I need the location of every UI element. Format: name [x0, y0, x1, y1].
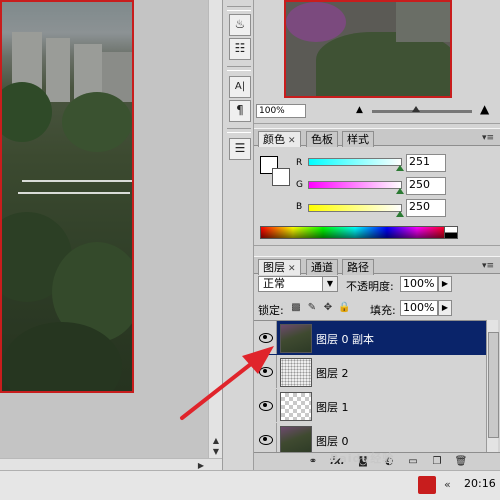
tab-layers[interactable]: 图层 ✕ — [258, 259, 301, 275]
background-color-swatch[interactable] — [272, 168, 290, 186]
group-folder-icon[interactable]: ▭ — [406, 455, 420, 469]
channel-slider-b[interactable] — [308, 204, 402, 212]
tab-label: 色板 — [311, 133, 333, 146]
black-white-swatch[interactable] — [444, 226, 458, 239]
close-icon[interactable]: ✕ — [288, 264, 296, 274]
panel-menu-icon[interactable]: ▾≡ — [482, 261, 494, 271]
tab-channels[interactable]: 通道 — [306, 259, 338, 275]
lock-transparency-icon[interactable]: ▩ — [290, 302, 302, 314]
tab-label: 样式 — [347, 133, 369, 146]
color-panel: 颜色 ✕ 色板 样式 ▾≡ R 251 G 250 B 250 — [254, 128, 500, 246]
panels-column: 100% ▲ ▲ 颜色✕ 色板 样式 ▾≡ R 251 G 250 B 250 — [254, 0, 500, 470]
fill-flyout-icon[interactable]: ▶ — [438, 300, 452, 316]
channel-slider-g[interactable] — [308, 181, 402, 189]
tray-app-icon[interactable] — [418, 476, 436, 494]
large-mountain-icon[interactable]: ▲ — [480, 103, 494, 117]
eye-icon — [259, 435, 273, 445]
navigator-zoom-field[interactable]: 100% — [256, 104, 306, 118]
channel-field-r[interactable]: 251 — [406, 154, 446, 172]
clone-source-tool-icon[interactable]: ♨ — [229, 14, 251, 36]
paragraph-panel-icon[interactable]: ¶ — [229, 100, 251, 122]
watermark: Baidu经验 — [330, 452, 395, 465]
channel-label-b: B — [296, 202, 303, 212]
lock-position-icon[interactable]: ✥ — [322, 302, 334, 314]
lock-pixels-icon[interactable]: ✎ — [306, 302, 318, 314]
opacity-flyout-icon[interactable]: ▶ — [438, 276, 452, 292]
slider-thumb-g[interactable] — [396, 188, 404, 194]
tool-preset-icon[interactable]: ☷ — [229, 38, 251, 60]
scroll-thumb[interactable] — [488, 332, 499, 438]
chevron-down-icon[interactable]: ▼ — [322, 277, 337, 291]
annotation-arrow — [180, 346, 274, 420]
scroll-up-icon[interactable]: ▲ — [211, 436, 221, 446]
tab-label: 图层 — [263, 261, 285, 274]
panel-menu-icon[interactable]: ▾≡ — [482, 133, 494, 143]
blend-mode-value: 正常 — [263, 277, 285, 290]
layers-panel: 图层 ✕ 通道 路径 ▾≡ 正常 ▼ 不透明度: 100% ▶ 锁定: ▩ ✎ ✥… — [254, 256, 500, 470]
document-image[interactable] — [0, 0, 134, 393]
tab-label: 路径 — [347, 261, 369, 274]
blend-mode-select[interactable]: 正常 ▼ — [258, 276, 338, 292]
layer-name[interactable]: 图层 0 副本 — [316, 331, 374, 347]
fill-field[interactable]: 100% — [400, 300, 438, 316]
layer-name[interactable]: 图层 2 — [316, 365, 349, 381]
channel-slider-r[interactable] — [308, 158, 402, 166]
notes-panel-icon[interactable]: ☰ — [229, 138, 251, 160]
small-mountain-icon[interactable]: ▲ — [356, 105, 366, 115]
dock-grip[interactable] — [227, 66, 251, 71]
navigator-slider-thumb[interactable] — [412, 106, 420, 112]
channel-label-r: R — [296, 158, 303, 168]
canvas-horizontal-scrollbar[interactable]: ▶ — [0, 458, 222, 470]
close-icon[interactable]: ✕ — [288, 136, 296, 146]
layer-name[interactable]: 图层 0 — [316, 433, 349, 449]
opacity-field[interactable]: 100% — [400, 276, 438, 292]
navigator-zoom-slider[interactable] — [372, 110, 472, 113]
lock-label: 锁定: — [258, 304, 284, 317]
channel-field-b[interactable]: 250 — [406, 199, 446, 217]
clock: 20:16 — [464, 477, 496, 490]
opacity-label: 不透明度: — [346, 280, 394, 293]
tab-label: 通道 — [311, 261, 333, 274]
slider-thumb-b[interactable] — [396, 211, 404, 217]
tab-paths[interactable]: 路径 — [342, 259, 374, 275]
slider-thumb-r[interactable] — [396, 165, 404, 171]
layer-name[interactable]: 图层 1 — [316, 399, 349, 415]
tray-expand-icon[interactable]: « — [444, 478, 458, 492]
tab-styles[interactable]: 样式 — [342, 131, 374, 147]
channel-label-g: G — [296, 180, 303, 190]
channel-field-g[interactable]: 250 — [406, 177, 446, 195]
new-layer-icon[interactable]: ❐ — [430, 455, 444, 469]
layers-panel-tabs: 图层 ✕ 通道 路径 ▾≡ — [254, 256, 500, 275]
layer-thumbnail[interactable] — [280, 426, 312, 455]
scroll-right-icon[interactable]: ▶ — [196, 461, 206, 470]
layers-scrollbar[interactable] — [486, 320, 499, 452]
trash-icon[interactable]: 🗑 — [454, 455, 468, 469]
dock-grip[interactable] — [227, 6, 251, 11]
tab-color[interactable]: 颜色 ✕ — [258, 131, 301, 147]
scroll-down-icon[interactable]: ▼ — [211, 447, 221, 457]
fill-label: 填充: — [370, 304, 396, 317]
color-panel-tabs: 颜色 ✕ 色板 样式 ▾≡ — [254, 128, 500, 147]
tab-swatches[interactable]: 色板 — [306, 131, 338, 147]
navigator-panel: 100% ▲ ▲ — [254, 0, 500, 124]
navigator-preview[interactable] — [284, 0, 452, 98]
lock-all-icon[interactable]: 🔒 — [338, 302, 350, 314]
link-icon[interactable]: ⚭ — [306, 455, 320, 469]
color-spectrum-ramp[interactable] — [260, 226, 450, 239]
dock-grip[interactable] — [227, 128, 251, 133]
tab-label: 颜色 — [263, 133, 285, 146]
character-panel-icon[interactable]: A| — [229, 76, 251, 98]
